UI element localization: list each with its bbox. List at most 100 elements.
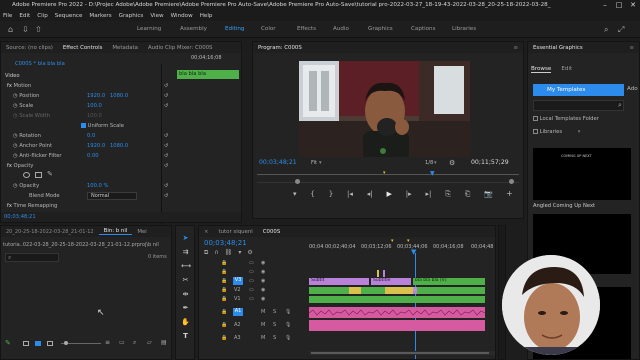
antiflicker-value[interactable]: 0.00 [87,153,99,159]
selection-tool-icon[interactable]: ➤ [181,234,190,243]
opacity-value[interactable]: 100.0 % [87,183,108,189]
reset-icon[interactable]: ↺ [164,193,168,199]
reset-icon[interactable]: ↺ [164,183,168,189]
sync-icon[interactable]: ▭ [249,260,254,266]
maximize-button[interactable]: □ [612,0,626,10]
video-clip[interactable] [361,287,385,294]
panel-menu-icon[interactable]: ≡ [624,45,639,51]
menu-file[interactable]: File [3,13,12,19]
opacity-effect[interactable]: fx Opacity [7,163,34,169]
workspace-graphics[interactable]: Graphics [368,21,393,38]
sort-icon[interactable]: ≡ [105,339,110,346]
workspace-editing[interactable]: Editing [225,21,244,38]
go-to-out-button[interactable]: ▸| [425,190,431,202]
eye-icon[interactable]: ◉ [261,287,265,293]
menu-help[interactable]: Help [200,13,213,19]
pen-mask-icon[interactable]: ✎ [47,170,53,178]
eye-icon[interactable]: ◉ [261,269,265,275]
razor-tool-icon[interactable]: ✂ [181,276,190,285]
tab-sequence-1[interactable]: tutor siquenl [214,229,258,235]
icon-view-icon[interactable] [35,341,41,346]
ripple-edit-tool-icon[interactable]: ⟷ [181,262,191,271]
track-select-tool-icon[interactable]: ⇉ [181,248,190,257]
workspace-audio[interactable]: Audio [333,21,349,38]
reset-icon[interactable]: ↺ [164,153,168,159]
timeline-scrollbar[interactable] [309,351,495,355]
add-marker-icon[interactable]: ▾ [238,249,241,257]
video-clip[interactable] [385,287,413,294]
subtitle-clip[interactable]: Subtitle [371,278,411,285]
ellipse-mask-icon[interactable] [23,172,30,178]
lock-icon[interactable]: 🔒 [221,260,227,266]
rotation-value[interactable]: 0.0 [87,133,95,139]
lock-icon[interactable]: 🔒 [221,309,227,315]
video-clip[interactable] [417,287,485,294]
settings-icon[interactable]: ⚙ [449,159,455,167]
video-clip[interactable] [309,287,349,294]
add-marker-button[interactable]: ▾ [293,190,297,202]
workspace-color[interactable]: Color [261,21,276,38]
program-title[interactable]: Program: C000S [253,45,307,51]
resolution-select[interactable]: 1/8 [425,160,433,166]
reset-icon[interactable]: ↺ [164,163,168,169]
list-view-icon[interactable] [23,341,29,346]
close-button[interactable]: ✕ [626,0,640,10]
menu-markers[interactable]: Markers [89,13,111,19]
mark-out-button[interactable]: } [329,190,333,202]
track-target-v3[interactable]: V3 [233,277,243,285]
uniform-scale-row[interactable]: Uniform Scale [81,123,124,129]
tab-edit[interactable]: Edit [561,66,572,73]
sync-icon[interactable]: ▭ [249,269,254,275]
timeline-timecode[interactable]: 00;03;48;21 [204,239,247,247]
adobe-stock-tab[interactable]: Ado [627,86,638,92]
video-frame[interactable] [299,61,470,157]
time-remapping-effect[interactable]: fx Time Remapping [7,203,57,209]
clip-chip[interactable]: bla bla bla [177,70,239,79]
reset-icon[interactable]: ↺ [164,103,168,109]
timeline-scrollbar-thumb[interactable] [311,352,489,354]
libraries-row[interactable]: Libraries ▾ [533,129,580,135]
reset-icon[interactable]: ↺ [164,143,168,149]
lift-button[interactable]: ⎘ [445,190,451,202]
audio-clip[interactable] [309,307,485,318]
nest-icon[interactable]: ⧉ [204,249,208,257]
play-button[interactable]: ▶ [387,190,392,202]
zoom-bar[interactable] [257,179,519,185]
zoom-slider-handle[interactable] [64,341,68,345]
search-icon[interactable]: ⌕ [604,25,608,35]
local-templates-row[interactable]: Local Templates Folder [533,116,599,122]
video-clip[interactable]: bla bla bla [V] [413,278,485,285]
menu-sequence[interactable]: Sequence [55,13,83,19]
tab-source[interactable]: Source: (no clips) [1,45,58,51]
solo-button[interactable]: S [273,309,276,315]
menu-clip[interactable]: Clip [37,13,48,19]
freeform-view-icon[interactable] [47,341,53,346]
scale-value[interactable]: 100.0 [87,103,102,109]
workspace-learning[interactable]: Learning [137,21,161,38]
microphone-icon[interactable]: 🎙 [285,309,291,315]
export-icon[interactable]: ⇧ [35,25,42,34]
playhead-icon[interactable]: ▼ [430,170,435,177]
bin-search-input[interactable]: ⌕ [5,253,59,262]
reset-icon[interactable]: ↺ [164,83,168,89]
local-templates-checkbox[interactable] [533,116,538,121]
tab-effect-controls[interactable]: Effect Controls [58,45,108,51]
timeline-settings-icon[interactable]: ⚙ [247,249,252,257]
reset-icon[interactable]: ↺ [164,93,168,99]
mute-button[interactable]: M [261,335,265,341]
step-forward-button[interactable]: |▸ [406,190,412,202]
lock-icon[interactable]: 🔒 [221,269,227,275]
program-timecode[interactable]: 00;03;48;21 [259,159,297,166]
lock-icon[interactable]: 🔒 [221,335,227,341]
sync-icon[interactable]: ▭ [249,287,254,293]
clip-selector[interactable]: C000S * bla bla bla [15,61,65,67]
workspace-captions[interactable]: Captions [411,21,436,38]
anchor-y-value[interactable]: 1080.0 [110,143,128,149]
expand-icon[interactable]: ⤢ [618,25,624,35]
eye-icon[interactable]: ◉ [261,278,265,284]
sync-icon[interactable]: ▭ [249,296,254,302]
new-bin-icon[interactable]: ▱ [147,339,152,346]
pencil-icon[interactable]: ✎ [5,339,11,347]
menu-graphics[interactable]: Graphics [119,13,144,19]
menu-view[interactable]: View [150,13,163,19]
